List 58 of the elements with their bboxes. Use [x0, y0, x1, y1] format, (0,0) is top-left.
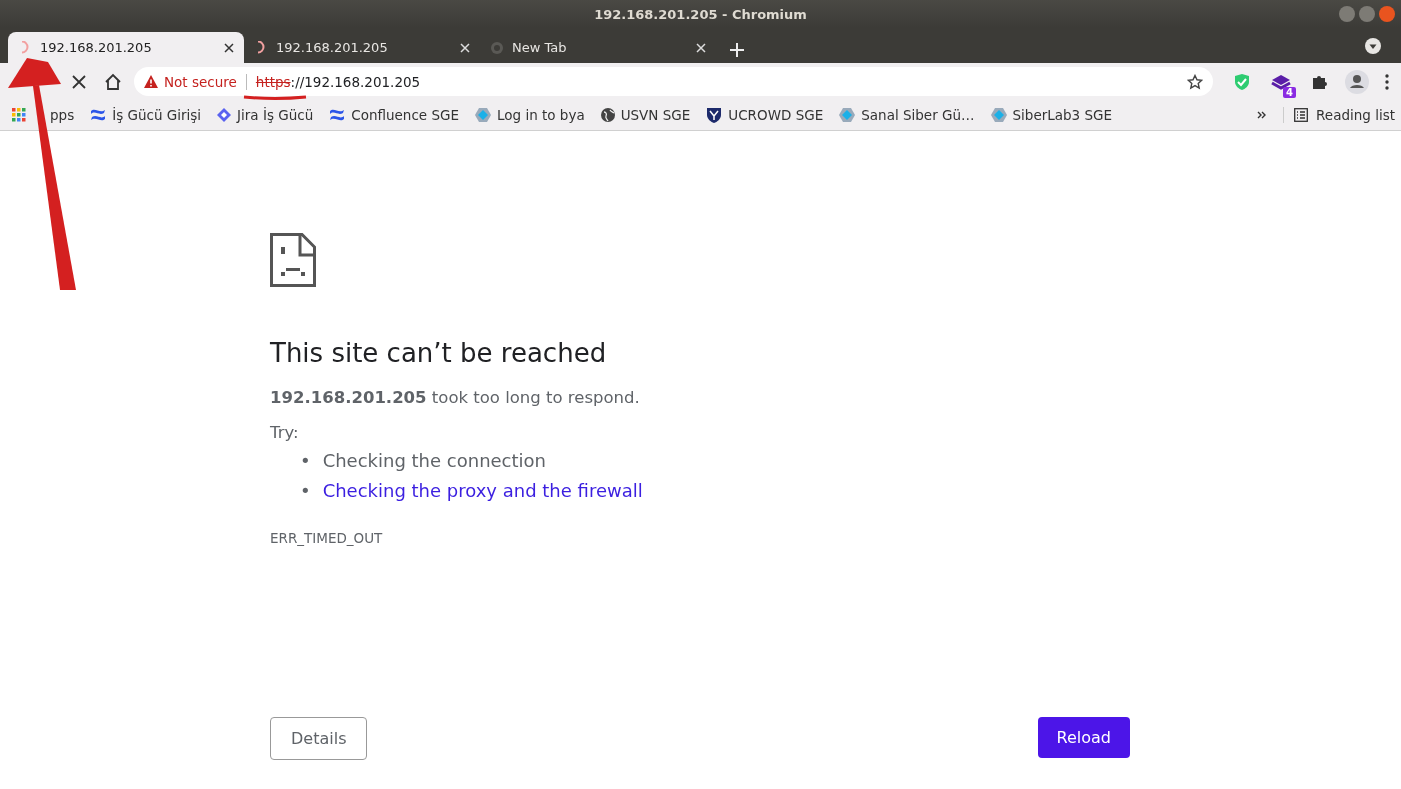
apps-grid-icon [12, 108, 26, 122]
sad-page-icon [270, 233, 316, 287]
error-summary: 192.168.201.205 took too long to respond. [270, 388, 641, 407]
puzzle-icon[interactable] [1311, 73, 1327, 90]
shield-check-icon[interactable] [1233, 72, 1251, 91]
details-button[interactable]: Details [270, 717, 368, 760]
bullet: • [300, 479, 311, 503]
shield-icon [706, 107, 723, 123]
bookmark[interactable]: Log in to bya [475, 107, 585, 123]
globe-icon [600, 108, 615, 122]
globe-icon [490, 40, 504, 55]
bookmark[interactable]: UCROWD SGE [706, 107, 824, 123]
window-title: 192.168.201.205 - Chromium [594, 6, 807, 22]
maximize-button[interactable] [1359, 6, 1375, 22]
warning-icon [144, 75, 158, 88]
hexagon-icon [839, 107, 856, 123]
loading-spinner-icon [21, 41, 29, 54]
star-icon[interactable] [1187, 73, 1203, 90]
bookmark[interactable]: İş Gücü Girişi [90, 107, 202, 123]
address-bar[interactable]: Not secure https://192.168.201.205 [134, 67, 1213, 96]
reload-button[interactable]: Reload [1037, 717, 1130, 758]
suggestion-text: Checking the connection [322, 449, 546, 473]
underline-mark [243, 95, 307, 100]
browser-tab[interactable]: New Tab [480, 32, 716, 63]
bullet: • [300, 449, 311, 473]
browser-tab[interactable]: 192.168.201.205 [8, 32, 244, 63]
bookmark[interactable]: Confluence SGE [329, 107, 459, 123]
profile-icon[interactable] [1345, 69, 1369, 94]
bookmark[interactable]: pps [12, 107, 75, 123]
close-button[interactable] [1379, 6, 1395, 22]
plus-icon[interactable] [730, 43, 744, 57]
bookmark[interactable]: Jira İş Gücü [217, 107, 314, 123]
wave-icon [90, 107, 107, 123]
wave-icon [329, 107, 346, 123]
bookmark[interactable]: USVN SGE [600, 107, 691, 123]
error-code: ERR_TIMED_OUT [270, 530, 384, 546]
chevron-icon[interactable] [1257, 110, 1268, 120]
error-heading: This site can’t be reached [270, 338, 608, 368]
loading-spinner-icon [257, 41, 265, 54]
suggestion-link[interactable]: Checking the proxy and the firewall [322, 476, 643, 506]
reading-list-button[interactable]: Reading list [1283, 107, 1395, 123]
try-label: Try: [270, 423, 300, 442]
list-icon [1294, 108, 1309, 122]
menu-icon[interactable] [1385, 73, 1389, 90]
minimize-button[interactable] [1339, 6, 1355, 22]
bookmark[interactable]: SiberLab3 SGE [990, 107, 1113, 123]
close-icon[interactable] [224, 42, 234, 53]
count-badge: 4 [1283, 86, 1296, 98]
home-icon[interactable] [104, 72, 122, 91]
browser-tab[interactable]: 192.168.201.205 [244, 32, 480, 63]
security-label[interactable]: Not secure [164, 73, 237, 90]
diamond-icon [217, 108, 232, 122]
stop-icon[interactable] [72, 74, 86, 89]
url-text: https://192.168.201.205 [255, 73, 422, 90]
tab-search-icon[interactable] [1365, 38, 1381, 54]
hexagon-icon [990, 107, 1007, 123]
hexagon-icon [475, 107, 491, 123]
bookmark[interactable]: Sanal Siber Gü… [839, 107, 975, 123]
